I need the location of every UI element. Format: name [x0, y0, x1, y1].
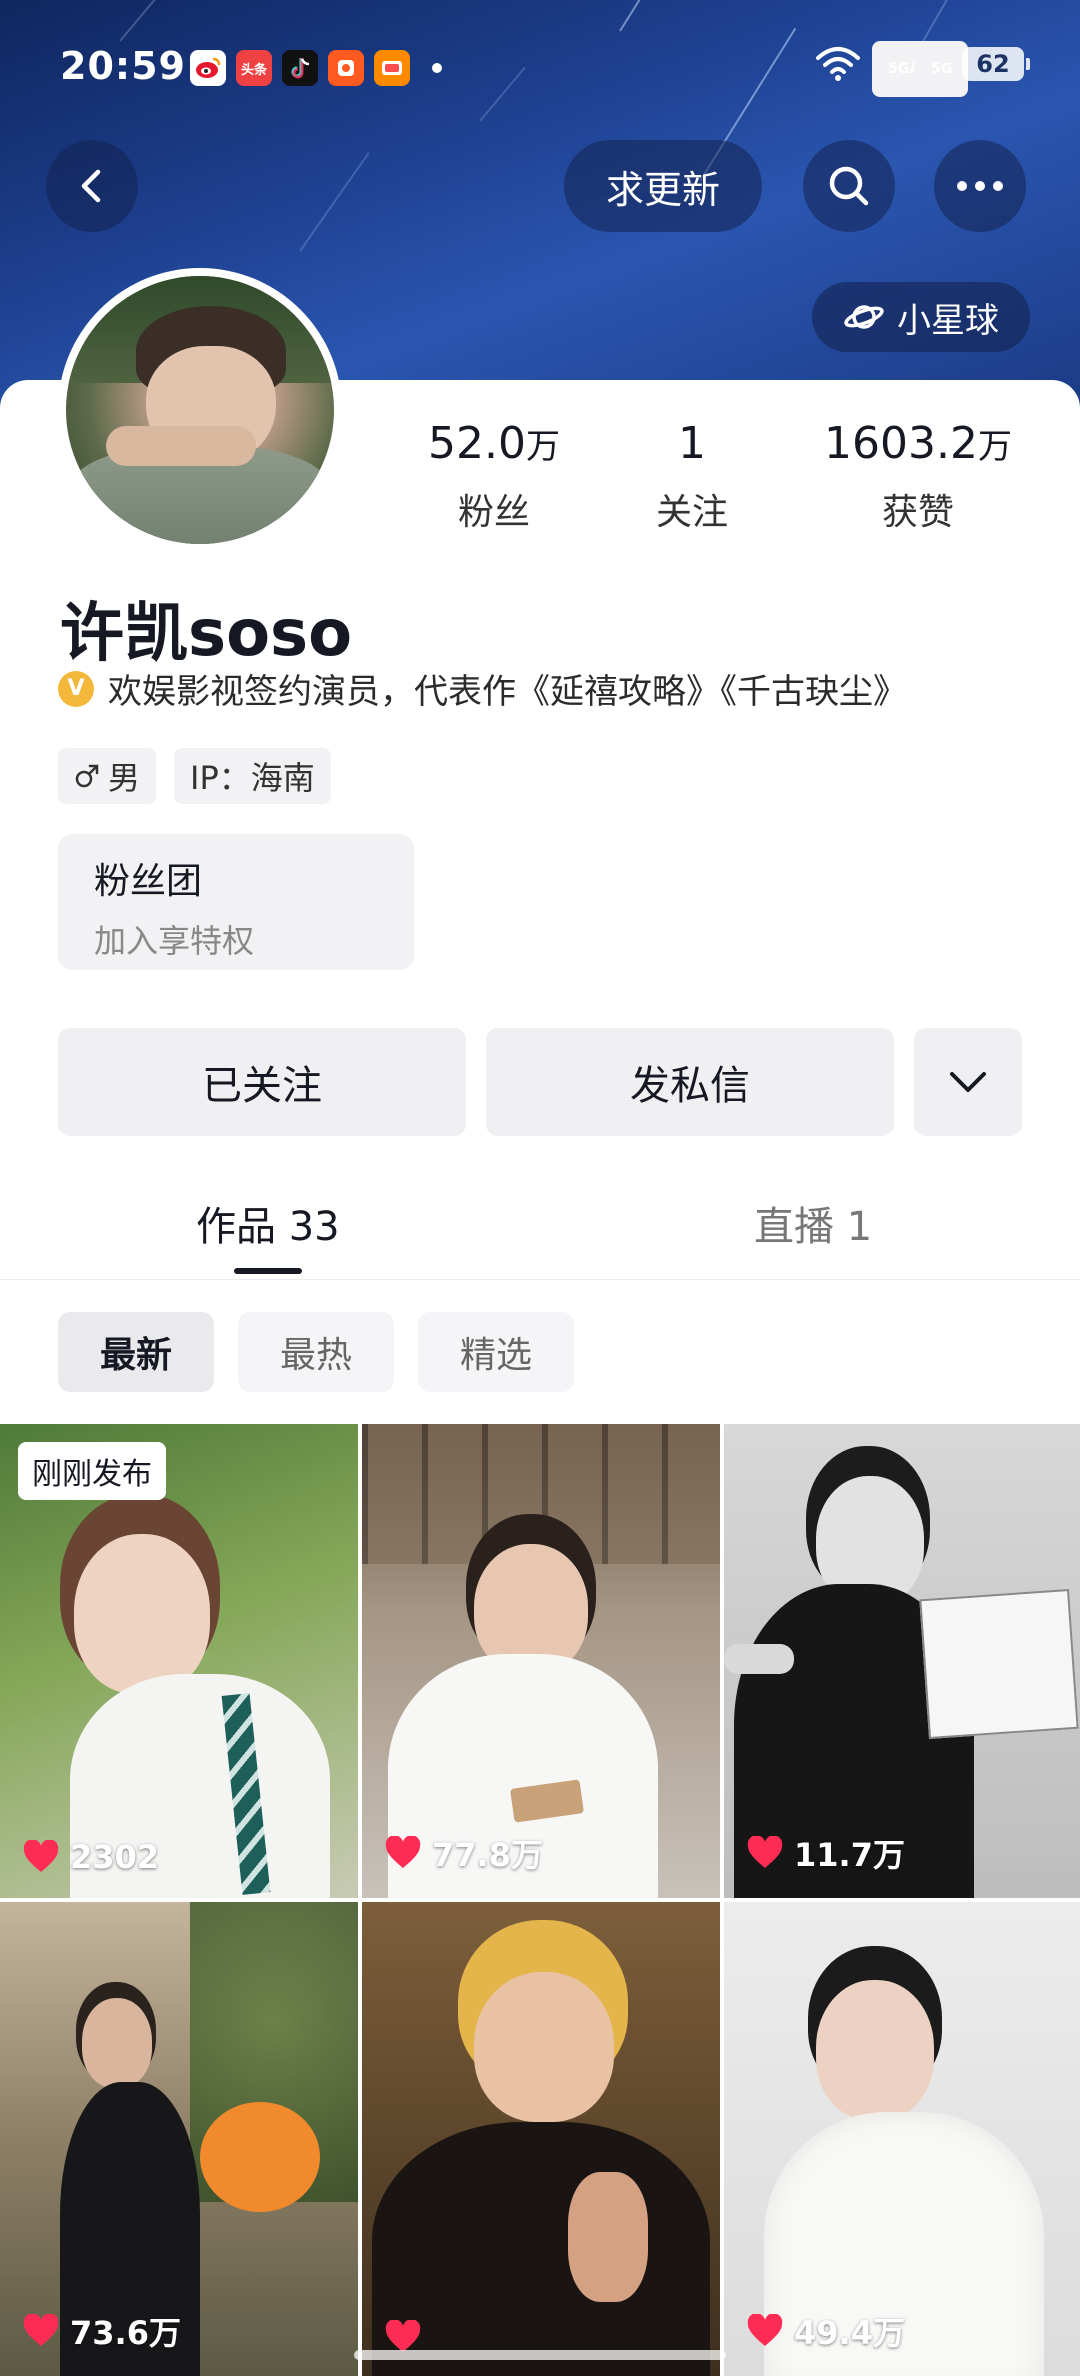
- ip-location-label: IP：海南: [190, 759, 315, 797]
- video-likes-count: 2302: [70, 1838, 160, 1876]
- search-icon: [829, 166, 869, 206]
- status-time: 20:59: [60, 44, 186, 88]
- followers-label: 粉丝: [457, 492, 530, 533]
- likes-unit: 万: [977, 427, 1012, 467]
- wifi-icon: [816, 47, 860, 81]
- battery-level: 62: [976, 50, 1010, 78]
- following-button[interactable]: 已关注: [58, 1028, 466, 1136]
- status-indicators: 5GA 5G 62: [814, 41, 1030, 97]
- video-likes: 49.4万: [746, 2308, 905, 2354]
- tab-works-label: 作品 33: [196, 1204, 340, 1250]
- video-likes: 73.6万: [22, 2308, 181, 2354]
- planet-button[interactable]: 小星球: [812, 282, 1030, 352]
- following-count: 1: [677, 418, 706, 469]
- content-tabs: 作品 33 直播 1: [0, 1180, 1080, 1280]
- video-grid: 刚刚发布 2302 77.8万 11.7万 73.6万 49.4万: [0, 1424, 1080, 2376]
- chevron-left-icon: [81, 169, 101, 203]
- filter-featured[interactable]: 精选: [418, 1312, 574, 1392]
- app-icon: [328, 50, 364, 86]
- back-button[interactable]: [46, 140, 138, 232]
- video-likes-count: 73.6万: [70, 2314, 181, 2352]
- notification-icons: 头条: [190, 50, 442, 86]
- send-message-button-label: 发私信: [630, 1063, 750, 1109]
- likes-count: 1603.2: [824, 418, 978, 469]
- fan-club-subtitle: 加入享特权: [94, 922, 255, 960]
- video-likes: [384, 2320, 432, 2354]
- active-tab-indicator: [234, 1268, 302, 1274]
- followers-unit: 万: [525, 427, 560, 467]
- filter-featured-label: 精选: [459, 1335, 532, 1376]
- followers-count: 52.0: [428, 418, 526, 469]
- video-likes-count: 77.8万: [432, 1836, 543, 1874]
- verified-description: 欢娱影视签约演员，代表作《延禧攻略》《千古玦尘》: [108, 672, 907, 712]
- chevron-down-icon: [950, 1072, 986, 1092]
- male-icon: [75, 764, 99, 788]
- filter-latest-label: 最新: [99, 1335, 172, 1376]
- heart-icon: [747, 1836, 783, 1868]
- fan-club-card[interactable]: 粉丝团 加入享特权: [58, 834, 414, 970]
- toutiao-app-icon: 头条: [236, 50, 272, 86]
- signal-5ga-icon: 5GA: [872, 41, 937, 97]
- video-tile[interactable]: 77.8万: [362, 1424, 720, 1898]
- planet-icon: [844, 305, 884, 329]
- avatar-image: [66, 276, 334, 544]
- douyin-app-icon: [282, 50, 318, 86]
- fan-club-title: 粉丝团: [94, 861, 203, 902]
- following-label: 关注: [655, 492, 728, 533]
- video-likes: 77.8万: [384, 1830, 543, 1876]
- signal-5g-icon: 5G: [915, 41, 969, 97]
- profile-tags: 男 IP：海南: [58, 748, 331, 804]
- ip-location-tag: IP：海南: [174, 748, 331, 804]
- video-likes: 11.7万: [746, 1830, 905, 1876]
- tab-works[interactable]: 作品 33: [196, 1194, 340, 1252]
- signal-5g-label: 5G: [915, 41, 969, 97]
- stat-likes[interactable]: 1603.2万 获赞: [824, 418, 1012, 535]
- just-published-badge: 刚刚发布: [18, 1442, 166, 1500]
- request-update-label: 求更新: [605, 167, 720, 212]
- sort-filters: 最新 最热 精选: [58, 1312, 574, 1392]
- home-indicator[interactable]: [354, 2350, 726, 2360]
- profile-name: 许凯soso: [60, 597, 353, 671]
- video-tile[interactable]: [362, 1902, 720, 2376]
- stat-followers[interactable]: 52.0万 粉丝: [428, 418, 560, 535]
- heart-icon: [747, 2314, 783, 2346]
- heart-icon: [385, 1836, 421, 1868]
- heart-icon: [23, 2314, 59, 2346]
- request-update-button[interactable]: 求更新: [564, 140, 762, 232]
- heart-icon: [23, 1840, 59, 1872]
- heart-icon: [385, 2320, 421, 2352]
- app-icon-2: [374, 50, 410, 86]
- filter-hottest-label: 最热: [279, 1335, 352, 1376]
- send-message-button[interactable]: 发私信: [486, 1028, 894, 1136]
- more-options-button[interactable]: [934, 140, 1026, 232]
- search-button[interactable]: [803, 140, 895, 232]
- gender-tag: 男: [58, 748, 157, 804]
- video-tile[interactable]: 49.4万: [724, 1902, 1080, 2376]
- filter-latest[interactable]: 最新: [58, 1312, 214, 1392]
- following-button-label: 已关注: [202, 1063, 322, 1109]
- more-horizontal-icon: [957, 181, 1003, 191]
- planet-label: 小星球: [897, 300, 999, 341]
- verified-badge-icon: V: [58, 670, 94, 707]
- video-tile[interactable]: 刚刚发布 2302: [0, 1424, 358, 1898]
- avatar[interactable]: [58, 268, 342, 552]
- expand-recommendations-button[interactable]: [914, 1028, 1022, 1136]
- verification-row: V 欢娱影视签约演员，代表作《延禧攻略》《千古玦尘》: [58, 664, 907, 713]
- status-bar: 20:59 头条 5GA 5G 62: [0, 0, 1080, 130]
- likes-label: 获赞: [881, 492, 954, 533]
- filter-hottest[interactable]: 最热: [238, 1312, 394, 1392]
- tab-live-label: 直播 1: [754, 1204, 873, 1250]
- more-notifications-dot: [432, 63, 442, 73]
- gender-label: 男: [108, 759, 141, 797]
- stat-following[interactable]: 1 关注: [656, 418, 728, 535]
- battery-icon: 62: [962, 47, 1030, 81]
- profile-stats: 52.0万 粉丝 1 关注 1603.2万 获赞: [380, 418, 1060, 535]
- video-tile[interactable]: 73.6万: [0, 1902, 358, 2376]
- weibo-app-icon: [190, 50, 226, 86]
- video-likes-count: 11.7万: [794, 1836, 905, 1874]
- video-tile[interactable]: 11.7万: [724, 1424, 1080, 1898]
- video-likes-count: 49.4万: [794, 2314, 905, 2352]
- video-likes: 2302: [22, 1838, 159, 1876]
- tab-live[interactable]: 直播 1: [754, 1194, 872, 1252]
